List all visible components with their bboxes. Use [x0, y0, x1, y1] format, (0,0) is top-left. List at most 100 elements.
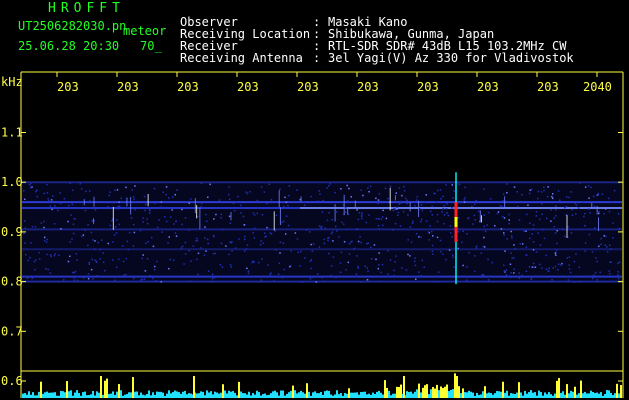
noise-dot [400, 202, 402, 204]
noise-dot [173, 259, 175, 261]
amplitude-bar [204, 395, 206, 398]
noise-dot [342, 223, 345, 225]
noise-dot [244, 235, 246, 238]
amplitude-bar [416, 389, 418, 398]
noise-dot [573, 260, 576, 263]
amplitude-bar [378, 390, 380, 398]
noise-dot [509, 263, 512, 266]
noise-dot [440, 198, 442, 200]
noise-dot [553, 217, 555, 219]
noise-dot [403, 185, 405, 188]
noise-dot [551, 197, 554, 200]
noise-dot [609, 272, 611, 275]
noise-dot [375, 217, 378, 220]
noise-dot [410, 241, 413, 243]
noise-dot [60, 202, 62, 205]
amplitude-bar [200, 391, 202, 398]
noise-dot [245, 191, 247, 193]
amplitude-bar [28, 391, 30, 398]
noise-dot [29, 186, 32, 189]
noise-dot [122, 260, 125, 263]
noise-dot [344, 206, 347, 209]
noise-dot [566, 257, 569, 259]
noise-dot [296, 189, 298, 191]
amplitude-bar [380, 392, 382, 398]
noise-dot [429, 225, 431, 227]
y-axis-label: kHz [1, 75, 23, 89]
amplitude-bar [462, 388, 464, 398]
noise-dot [442, 195, 444, 198]
noise-dot [120, 197, 122, 200]
noise-dot [97, 241, 99, 244]
noise-dot [279, 188, 281, 190]
amplitude-bar [436, 384, 438, 398]
noise-dot [230, 242, 233, 244]
amplitude-bar [306, 383, 308, 398]
spectrogram-data [22, 172, 622, 285]
noise-dot [377, 199, 380, 201]
noise-dot [72, 223, 75, 226]
amplitude-bar [60, 390, 62, 398]
noise-dot [227, 193, 230, 196]
amplitude-bar [442, 387, 444, 398]
noise-dot [141, 257, 143, 260]
noise-dot [506, 238, 508, 240]
amplitude-bar [172, 392, 174, 398]
noise-dot [439, 239, 442, 242]
noise-dot [232, 202, 235, 205]
noise-dot [359, 235, 361, 238]
amplitude-bar [248, 391, 250, 398]
noise-dot [297, 251, 299, 254]
noise-dot [334, 191, 336, 194]
amplitude-bar [328, 390, 330, 398]
amplitude-bar [68, 391, 70, 398]
amplitude-bar [294, 390, 296, 398]
noise-dot [431, 214, 434, 216]
noise-dot [283, 220, 285, 223]
amplitude-bar [198, 393, 200, 398]
noise-dot [571, 208, 573, 211]
noise-dot [453, 266, 455, 268]
noise-dot [207, 276, 209, 278]
noise-dot [279, 252, 281, 254]
noise-dot [310, 259, 313, 261]
noise-dot [429, 210, 432, 213]
noise-dot [24, 227, 27, 229]
noise-dot [395, 192, 398, 194]
noise-dot [195, 240, 197, 242]
noise-dot [109, 191, 111, 193]
noise-dot [300, 250, 302, 253]
noise-dot [491, 261, 494, 264]
noise-dot [521, 193, 523, 196]
noise-dot [503, 270, 506, 272]
amplitude-bar [38, 391, 40, 398]
noise-dot [404, 197, 407, 200]
noise-dot [31, 186, 33, 188]
noise-dot [188, 250, 190, 252]
noise-dot [214, 252, 217, 255]
noise-dot [117, 208, 119, 210]
noise-dot [482, 245, 484, 248]
amplitude-bar [130, 392, 132, 398]
amplitude-bar [62, 391, 64, 398]
noise-dot [567, 226, 569, 228]
noise-dot [428, 239, 431, 241]
amplitude-bar [224, 390, 226, 398]
noise-dot [332, 256, 335, 258]
noise-dot [566, 276, 569, 278]
noise-dot [396, 206, 398, 208]
amplitude-bar [598, 393, 600, 398]
noise-dot [532, 228, 535, 230]
noise-dot [531, 266, 534, 268]
noise-dot [368, 214, 370, 216]
amplitude-bar [504, 392, 506, 398]
noise-dot [592, 195, 595, 198]
noise-dot [598, 212, 600, 215]
noise-dot [446, 203, 448, 205]
noise-dot [513, 244, 515, 246]
amplitude-bar [46, 391, 48, 398]
noise-dot [617, 213, 620, 215]
amplitude-bar [488, 392, 490, 398]
noise-dot [521, 243, 524, 245]
noise-dot [518, 272, 520, 274]
